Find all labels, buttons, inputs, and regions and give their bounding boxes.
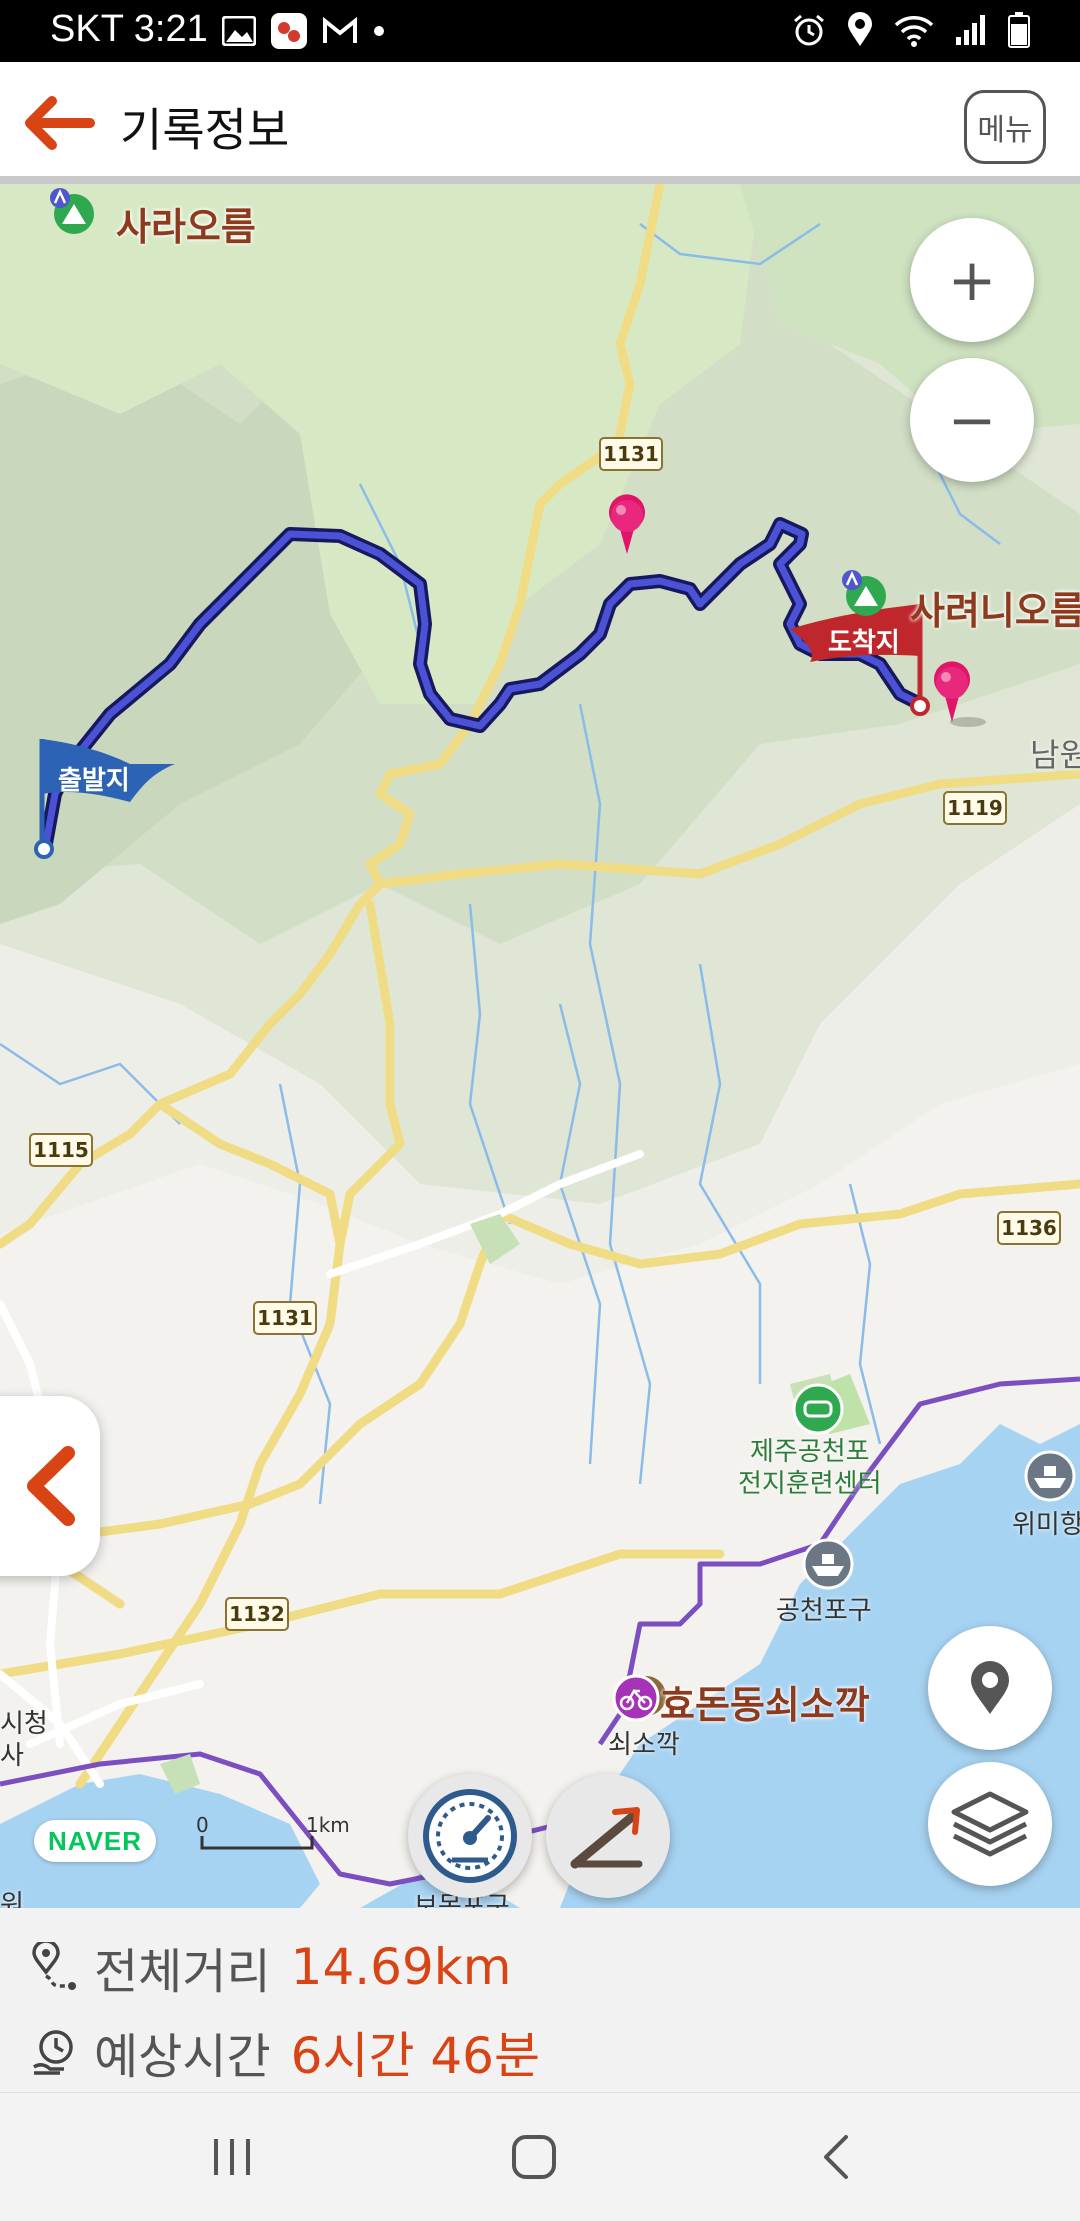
menu-button[interactable]: 메뉴 [964,90,1046,164]
place-label-wimi-port[interactable]: 위미항 [1012,1504,1080,1541]
speedometer-icon [423,1789,517,1883]
port-icon[interactable] [1024,1450,1076,1502]
place-label-saryeoni-oreum[interactable]: 사려니오름 [910,580,1080,635]
system-navigation-bar [0,2092,1080,2221]
time-row: 예상시간 6시간 46분 [30,2016,540,2088]
end-flag-label: 도착지 [828,628,900,658]
status-bar: SKT 3:21 [0,0,1080,62]
place-label-sara-oreum[interactable]: 사라오름 [116,196,256,251]
svg-text:1132: 1132 [229,1602,285,1626]
route-distance-icon [32,1942,76,1990]
speedometer-button[interactable] [408,1774,532,1898]
time-label: 예상시간 [94,2029,271,2085]
chevron-left-icon [27,1446,75,1526]
road-shield-1136: 1136 [997,1211,1061,1245]
map-view[interactable]: 1131 1119 1115 1136 1131 1132 0 1km 사라오름… [0,184,1080,1908]
svg-text:1131: 1131 [257,1306,313,1330]
wifi-icon [894,16,934,47]
svg-text:1131: 1131 [603,442,659,466]
distance-label: 전체거리 [94,1944,271,2000]
elevation-slope-icon [570,1807,643,1869]
naver-logo: NAVER [34,1820,156,1862]
road-shield-1131-mid: 1131 [253,1301,317,1335]
svg-text:0: 0 [196,1813,209,1837]
app-notification-icon [271,13,307,49]
distance-value: 14.69km [290,1938,512,1996]
minus-icon: − [947,386,997,454]
map-layers-button[interactable] [928,1762,1052,1886]
place-label-left: 워 [0,1890,24,1908]
place-label-gongcheon-port[interactable]: 공천포구 [776,1590,872,1627]
road-shield-1132: 1132 [225,1597,289,1631]
battery-icon [1008,12,1030,48]
estimated-time-icon [33,2030,73,2075]
back-arrow-icon [25,96,95,150]
back-nav-icon[interactable] [808,2127,868,2187]
elevation-button[interactable] [546,1774,670,1898]
my-location-button[interactable] [928,1626,1052,1750]
gmail-icon [323,17,357,43]
home-icon[interactable] [504,2127,564,2187]
start-flag-label: 출발지 [58,766,130,796]
place-label-namwon: 남원 [1030,736,1080,774]
route-info-panel: 전체거리 14.69km 예상시간 6시간 46분 [0,1908,1080,2092]
road-shield-1115: 1115 [29,1133,93,1167]
signal-icon [956,15,985,45]
location-icon [848,12,872,46]
place-label-sosokkak[interactable]: 쇠소깍 [608,1724,680,1761]
side-panel-toggle[interactable] [0,1396,100,1576]
back-button[interactable] [18,88,98,158]
svg-text:1115: 1115 [33,1138,89,1162]
place-label-hyodon-cape[interactable]: 효돈동쇠소깍 [660,1674,870,1729]
distance-row: 전체거리 14.69km [30,1932,511,2002]
svg-text:1119: 1119 [947,796,1003,820]
gallery-icon [222,16,256,46]
time-value: 6시간 46분 [290,2027,540,2085]
svg-text:1136: 1136 [1001,1216,1057,1240]
svg-text:1km: 1km [306,1813,350,1837]
recent-apps-icon[interactable] [202,2127,262,2187]
zoom-in-button[interactable]: + [910,218,1034,342]
zoom-out-button[interactable]: − [910,358,1034,482]
road-shield-1131-top: 1131 [599,437,663,471]
app-header: 기록정보 메뉴 [0,62,1080,184]
port-icon[interactable] [802,1538,854,1590]
road-shield-1119: 1119 [943,791,1007,825]
dot-icon [374,26,384,36]
place-label-city-hall: 시청 사 [0,1709,48,1771]
layers-icon [951,1791,1029,1857]
alarm-icon [794,14,824,46]
place-label-training-center[interactable]: 제주공천포 전지훈련센터 [738,1436,882,1500]
carrier-time: SKT 3:21 [50,8,208,50]
plus-icon: + [947,246,997,314]
location-pin-icon [971,1661,1009,1714]
page-title: 기록정보 [120,103,290,157]
